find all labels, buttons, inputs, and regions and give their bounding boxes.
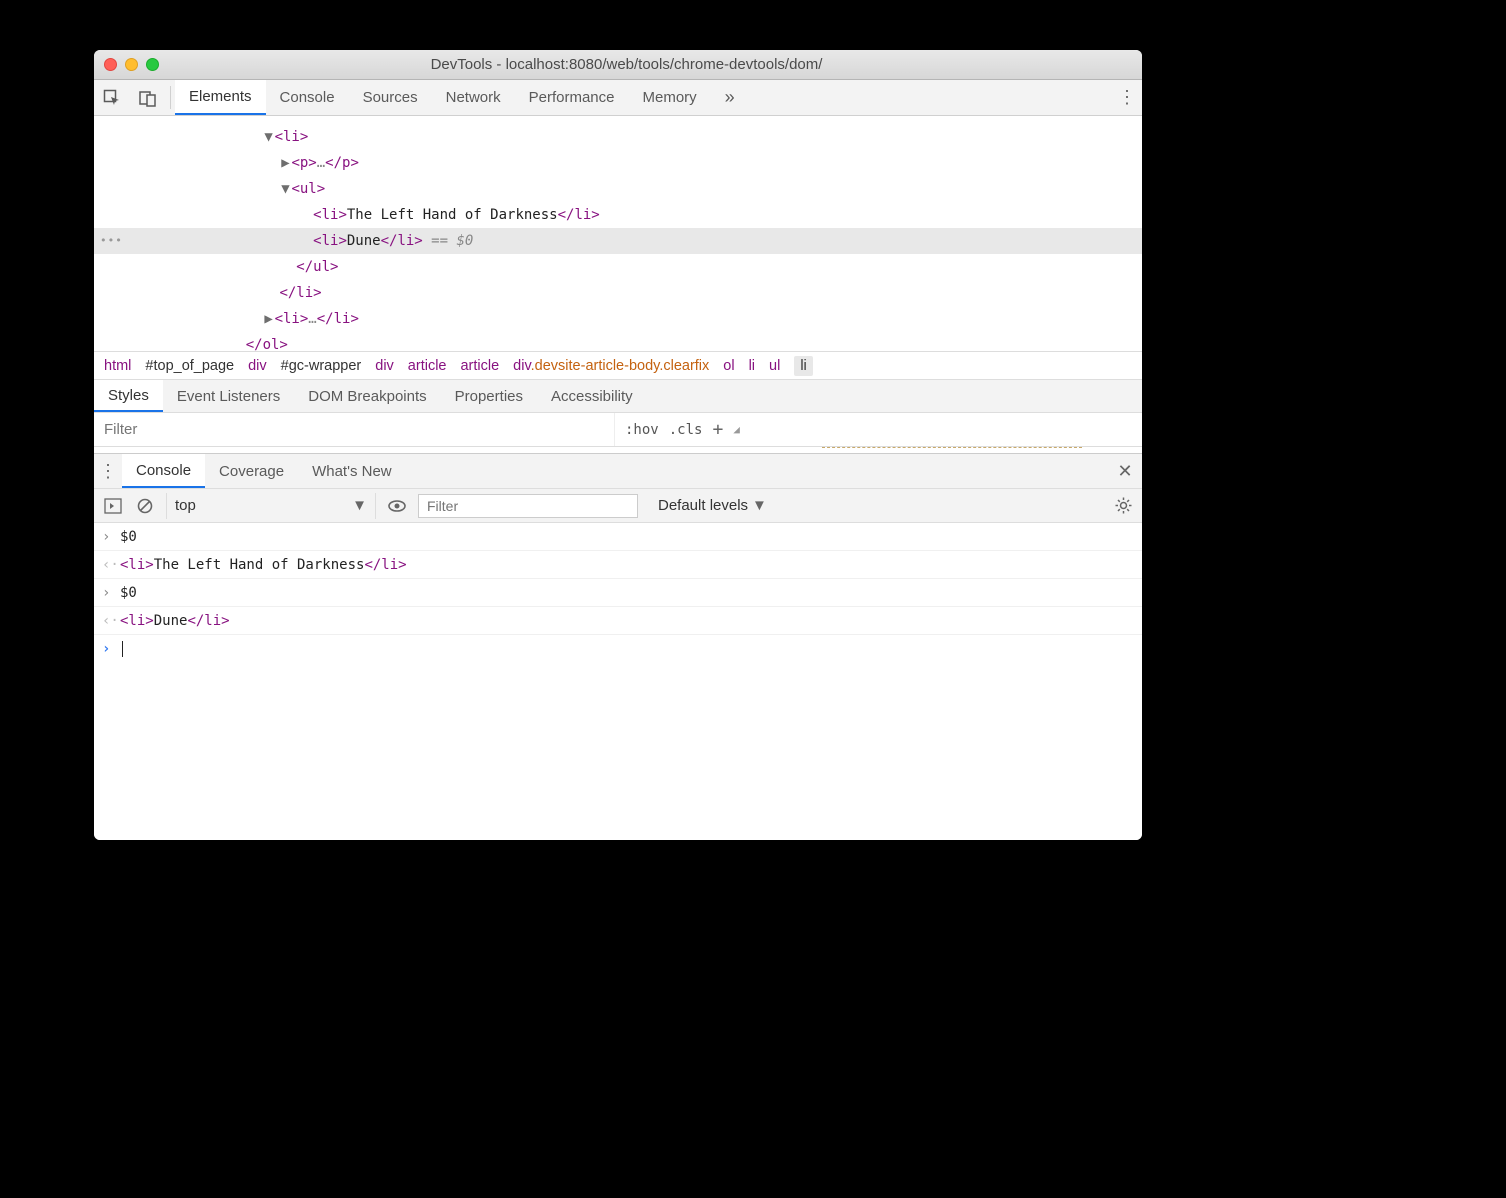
styles-filter-input[interactable] (94, 413, 614, 446)
dom-node[interactable]: ▶<p>…</p> (94, 150, 1142, 176)
devtools-window: DevTools - localhost:8080/web/tools/chro… (94, 50, 1142, 840)
console-settings-icon[interactable] (1112, 497, 1134, 514)
console-output[interactable]: › $0 ‹· <li>The Left Hand of Darkness</l… (94, 523, 1142, 840)
input-chevron-icon: › (102, 529, 120, 545)
drawer-tab-coverage[interactable]: Coverage (205, 454, 298, 488)
subtab-event-listeners[interactable]: Event Listeners (163, 380, 294, 412)
cls-toggle[interactable]: .cls (669, 422, 703, 438)
dom-node[interactable]: </ul> (94, 254, 1142, 280)
console-input-row: › $0 (94, 523, 1142, 551)
dom-node[interactable]: ▼<ul> (94, 176, 1142, 202)
drawer-menu-icon[interactable]: ⋮ (94, 454, 122, 488)
drawer-tabbar: ⋮ Console Coverage What's New ✕ (94, 453, 1142, 489)
elements-dom-tree[interactable]: ▼<li> ▶<p>…</p> ▼<ul> <li>The Left Hand … (94, 116, 1142, 351)
drawer-close-icon[interactable]: ✕ (1108, 454, 1142, 488)
subtab-dom-breakpoints[interactable]: DOM Breakpoints (294, 380, 440, 412)
window-controls (104, 58, 159, 71)
styles-tabbar: Styles Event Listeners DOM Breakpoints P… (94, 379, 1142, 413)
console-prompt-input[interactable] (120, 641, 1134, 657)
dom-node[interactable]: </ol> (94, 332, 1142, 351)
main-tabbar: Elements Console Sources Network Perform… (94, 80, 1142, 116)
inspect-element-icon[interactable] (94, 80, 130, 115)
console-toolbar: top ▼ Default levels ▼ (94, 489, 1142, 523)
box-model-hint (822, 447, 1082, 451)
clear-console-icon[interactable] (134, 495, 156, 517)
styles-toolbar: :hov .cls + ◢ (94, 413, 1142, 447)
drawer-tab-whats-new[interactable]: What's New (298, 454, 406, 488)
tab-network[interactable]: Network (432, 80, 515, 115)
console-output-row: ‹· <li>Dune</li> (94, 607, 1142, 635)
breadcrumb-item[interactable]: html (104, 358, 131, 374)
hov-toggle[interactable]: :hov (625, 422, 659, 438)
drawer-tab-console[interactable]: Console (122, 454, 205, 488)
dom-node[interactable]: ▼<li> (94, 124, 1142, 150)
titlebar: DevTools - localhost:8080/web/tools/chro… (94, 50, 1142, 80)
breadcrumb-item[interactable]: div (248, 358, 267, 374)
breadcrumb-item[interactable]: article (460, 358, 499, 374)
close-window-button[interactable] (104, 58, 117, 71)
tab-memory[interactable]: Memory (629, 80, 711, 115)
tab-performance[interactable]: Performance (515, 80, 629, 115)
dom-node[interactable]: </li> (94, 280, 1142, 306)
device-toolbar-icon[interactable] (130, 80, 166, 115)
minimize-window-button[interactable] (125, 58, 138, 71)
tab-elements[interactable]: Elements (175, 80, 266, 115)
breadcrumb-item[interactable]: article (408, 358, 447, 374)
input-chevron-icon: › (102, 585, 120, 601)
console-prompt-row[interactable]: › (94, 635, 1142, 663)
resize-corner-icon[interactable]: ◢ (733, 426, 740, 434)
dom-breadcrumb: html #top_of_page div #gc-wrapper div ar… (94, 351, 1142, 379)
settings-kebab-icon[interactable]: ⋮ (1112, 80, 1142, 115)
output-chevron-icon: ‹· (102, 613, 120, 629)
more-tabs-icon[interactable]: » (715, 80, 745, 115)
live-expression-icon[interactable] (386, 495, 408, 517)
chevron-down-icon: ▼ (752, 497, 767, 514)
window-title: DevTools - localhost:8080/web/tools/chro… (171, 56, 1132, 73)
breadcrumb-item[interactable]: #gc-wrapper (281, 358, 362, 374)
breadcrumb-item[interactable]: #top_of_page (145, 358, 234, 374)
chevron-down-icon: ▼ (352, 497, 367, 514)
dom-node[interactable]: ▶<li>…</li> (94, 306, 1142, 332)
console-input-row: › $0 (94, 579, 1142, 607)
console-sidebar-toggle-icon[interactable] (102, 495, 124, 517)
subtab-styles[interactable]: Styles (94, 380, 163, 412)
dom-node[interactable]: <li>The Left Hand of Darkness</li> (94, 202, 1142, 228)
output-chevron-icon: ‹· (102, 557, 120, 573)
breadcrumb-item[interactable]: ol (723, 358, 734, 374)
zoom-window-button[interactable] (146, 58, 159, 71)
console-output-row: ‹· <li>The Left Hand of Darkness</li> (94, 551, 1142, 579)
breadcrumb-item[interactable]: div.devsite-article-body.clearfix (513, 358, 709, 374)
prompt-chevron-icon: › (102, 641, 120, 657)
styles-body (94, 447, 1142, 453)
breadcrumb-item[interactable]: div (375, 358, 394, 374)
breadcrumb-item[interactable]: li (749, 358, 755, 374)
tab-sources[interactable]: Sources (349, 80, 432, 115)
log-levels-select[interactable]: Default levels ▼ (658, 497, 767, 514)
console-filter-input[interactable] (418, 494, 638, 518)
subtab-accessibility[interactable]: Accessibility (537, 380, 647, 412)
breadcrumb-item[interactable]: ul (769, 358, 780, 374)
subtab-properties[interactable]: Properties (441, 380, 537, 412)
breadcrumb-item-current[interactable]: li (794, 356, 812, 376)
tab-console[interactable]: Console (266, 80, 349, 115)
new-style-rule-icon[interactable]: + (712, 419, 723, 440)
execution-context-select[interactable]: top ▼ (166, 493, 376, 519)
dom-node-selected[interactable]: <li>Dune</li> == $0 (94, 228, 1142, 254)
